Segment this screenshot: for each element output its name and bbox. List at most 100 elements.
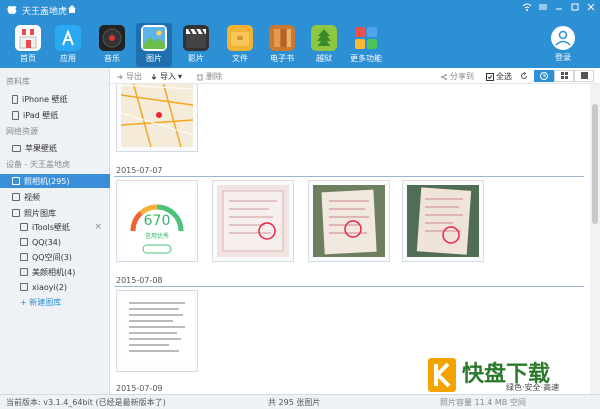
- minimize-icon[interactable]: [554, 2, 564, 12]
- film-icon: [183, 25, 209, 51]
- tab-music[interactable]: 音乐: [94, 23, 130, 67]
- view-timeline-button[interactable]: [534, 70, 554, 82]
- document-photo: [217, 185, 289, 257]
- tab-images[interactable]: 图片: [136, 23, 172, 67]
- tablet-icon: [12, 110, 19, 120]
- storage-text: 照片容量 11.4 MB 空间: [440, 398, 526, 407]
- sidebar-item-photo-library[interactable]: 照片图库: [0, 206, 110, 220]
- close-icon[interactable]: [586, 2, 596, 12]
- sidebar-item-iphone-wallpaper[interactable]: iPhone 壁纸: [0, 92, 110, 106]
- tab-apps[interactable]: 应用: [50, 23, 86, 67]
- book-icon: [269, 25, 295, 51]
- export-icon: [117, 74, 123, 79]
- text-document-photo: [121, 295, 193, 367]
- title-bar: 天王盖地虎: [0, 0, 600, 20]
- app-store-icon: [55, 25, 81, 51]
- credit-text: 信用优秀: [144, 233, 169, 240]
- photo-thumbnail[interactable]: 670 信用优秀: [116, 180, 198, 262]
- select-all-button[interactable]: 全选: [486, 71, 512, 82]
- date-header: 2015-07-08: [116, 276, 163, 285]
- sidebar-item-apple-wallpaper[interactable]: 苹果壁纸: [0, 141, 110, 155]
- more-apps-icon: [353, 25, 379, 51]
- sidebar-item-qq[interactable]: QQ(34): [0, 235, 110, 249]
- checkbox-icon: [486, 72, 494, 81]
- clock-icon: [540, 72, 548, 80]
- wifi-icon[interactable]: [522, 2, 532, 12]
- tab-films[interactable]: 影片: [178, 23, 214, 67]
- photo-thumbnail[interactable]: [116, 84, 198, 152]
- delete-button[interactable]: 删除: [196, 71, 222, 82]
- new-library-button[interactable]: + 新建图库: [0, 295, 110, 309]
- photo-thumbnail[interactable]: [212, 180, 294, 262]
- share-icon: [441, 73, 447, 80]
- photo-count: 共 295 张图片: [268, 398, 321, 407]
- credit-score-photo: 670 信用优秀: [121, 185, 193, 257]
- folder-icon: [227, 25, 253, 51]
- tab-home[interactable]: 首页: [10, 23, 46, 67]
- credit-score: 670: [143, 213, 171, 229]
- window-title: 天王盖地虎: [22, 7, 68, 17]
- tab-more[interactable]: 更多功能: [348, 23, 384, 67]
- sidebar-item-itools-wallpaper[interactable]: iTools壁纸 ×: [0, 220, 110, 234]
- document-photo: [407, 185, 479, 257]
- login-button[interactable]: 登录: [548, 26, 578, 63]
- album-icon: [20, 268, 28, 276]
- photo-thumbnail[interactable]: [308, 180, 390, 262]
- date-header: 2015-07-07: [116, 166, 163, 175]
- date-divider: [114, 286, 584, 287]
- apple-logo-icon: [7, 6, 17, 14]
- import-icon: [151, 73, 157, 80]
- tab-files[interactable]: 文件: [222, 23, 258, 67]
- album-icon: [20, 253, 28, 261]
- status-bar: 当前版本: v3.1.4_64bit (已经是最新版本了) 共 295 张图片 …: [0, 394, 600, 409]
- section-device: 设备 - 天王盖地虎: [6, 160, 70, 169]
- monitor-icon: [12, 144, 21, 152]
- sidebar-item-camera-roll[interactable]: 照相机(295): [0, 174, 110, 188]
- view-large-button[interactable]: [574, 70, 594, 82]
- main-toolbar: 首页 应用 音乐 图片 影片 文件 电子书 越狱 更多功能 登录: [0, 20, 600, 68]
- scrollbar-thumb[interactable]: [592, 104, 598, 224]
- sidebar-item-ipad-wallpaper[interactable]: iPad 壁纸: [0, 108, 110, 122]
- remove-icon[interactable]: ×: [94, 222, 102, 232]
- user-icon: [551, 26, 575, 50]
- album-icon: [20, 238, 28, 246]
- share-button[interactable]: 分享到: [440, 71, 474, 82]
- grid-icon: [561, 72, 568, 79]
- menu-icon[interactable]: [538, 2, 548, 12]
- large-thumbnail-icon: [581, 72, 588, 79]
- import-button[interactable]: 导入 ▾: [150, 71, 182, 82]
- map-photo: [121, 84, 193, 147]
- sidebar-item-meiyan[interactable]: 美颜相机(4): [0, 265, 110, 279]
- sidebar: 资料库 iPhone 壁纸 iPad 壁纸 网络资源 苹果壁纸 设备 - 天王盖…: [0, 68, 110, 394]
- jailbreak-icon: [311, 25, 337, 51]
- sidebar-item-qq-space[interactable]: QQ空间(3): [0, 250, 110, 264]
- section-network: 网络资源: [6, 127, 38, 136]
- camera-icon: [12, 177, 20, 185]
- tab-jailbreak[interactable]: 越狱: [306, 23, 342, 67]
- version-text: 当前版本: v3.1.4_64bit (已经是最新版本了): [6, 398, 166, 407]
- view-grid-button[interactable]: [554, 70, 574, 82]
- action-bar: 导出 导入 ▾ 删除 分享到 全选: [110, 68, 600, 84]
- export-button[interactable]: 导出: [116, 71, 142, 82]
- document-photo: [313, 185, 385, 257]
- maximize-icon[interactable]: [570, 2, 580, 12]
- photo-thumbnail[interactable]: [116, 290, 198, 372]
- section-library: 资料库: [6, 77, 30, 86]
- scrollbar[interactable]: [590, 84, 600, 394]
- watermark-logo: [428, 358, 456, 392]
- watermark-slogan: 绿色·安全·高速: [506, 383, 560, 392]
- tab-ebooks[interactable]: 电子书: [264, 23, 300, 67]
- music-icon: [99, 25, 125, 51]
- phone-icon: [12, 94, 18, 104]
- image-icon: [141, 25, 167, 51]
- home-icon[interactable]: [66, 3, 78, 15]
- refresh-icon[interactable]: [520, 72, 528, 80]
- sidebar-item-xiaoyi[interactable]: xiaoyi(2): [0, 280, 110, 294]
- chevron-down-icon: ▾: [178, 72, 183, 81]
- date-divider: [114, 176, 584, 177]
- album-icon: [20, 283, 28, 291]
- album-icon: [20, 223, 28, 231]
- trash-icon: [197, 74, 203, 80]
- photo-thumbnail[interactable]: [402, 180, 484, 262]
- sidebar-item-video[interactable]: 视频: [0, 190, 110, 204]
